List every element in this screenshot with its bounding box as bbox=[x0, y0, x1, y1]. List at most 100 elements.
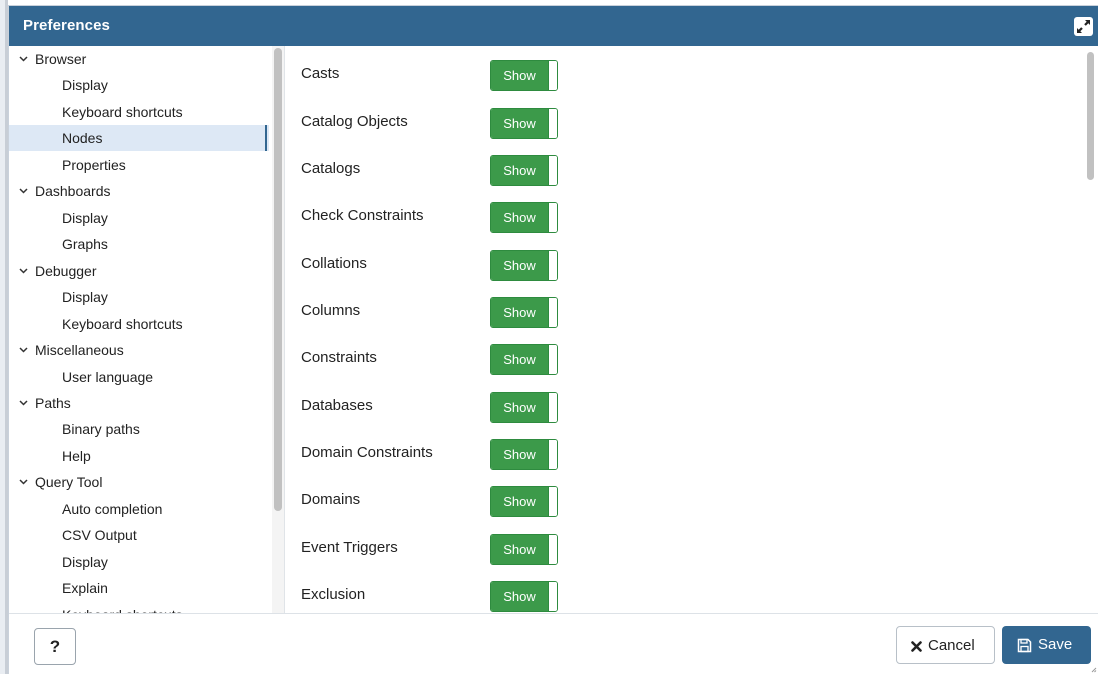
tree-child-item[interactable]: Help bbox=[9, 443, 269, 469]
toggle-knob[interactable] bbox=[548, 109, 557, 138]
tree-item-label: Keyboard shortcuts bbox=[62, 104, 183, 120]
toggle-knob[interactable] bbox=[548, 251, 557, 280]
toggle-on-label: Show bbox=[491, 156, 548, 185]
tree-child-item[interactable]: Properties bbox=[9, 152, 269, 178]
toggle-knob[interactable] bbox=[548, 393, 557, 422]
tree-child-item[interactable]: Display bbox=[9, 205, 269, 231]
show-toggle[interactable]: Show bbox=[490, 392, 558, 423]
save-button[interactable]: Save bbox=[1002, 626, 1091, 664]
tree-group-item[interactable]: Browser bbox=[9, 46, 269, 72]
floppy-disk-icon bbox=[1017, 638, 1032, 652]
node-setting-label: Domains bbox=[301, 491, 361, 508]
tree-item-label: Query Tool bbox=[35, 474, 103, 490]
show-toggle[interactable]: Show bbox=[490, 250, 558, 281]
tree-child-item[interactable]: Display bbox=[9, 549, 269, 575]
toggle-on-label: Show bbox=[491, 298, 548, 327]
tree-item-label: Dashboards bbox=[35, 183, 111, 199]
toggle-knob[interactable] bbox=[548, 345, 557, 374]
toggle-on-label: Show bbox=[491, 393, 548, 422]
tree-child-item[interactable]: Display bbox=[9, 72, 269, 98]
resize-grip-icon[interactable] bbox=[1091, 667, 1097, 673]
chevron-down-icon[interactable] bbox=[19, 337, 31, 363]
maximize-button[interactable] bbox=[1074, 17, 1093, 36]
tree-group-item[interactable]: Query Tool bbox=[9, 469, 269, 495]
show-toggle[interactable]: Show bbox=[490, 155, 558, 186]
close-icon bbox=[911, 640, 922, 652]
tree-item-label: Explain bbox=[62, 580, 108, 596]
show-toggle[interactable]: Show bbox=[490, 486, 558, 517]
tree-item-label: Graphs bbox=[62, 236, 108, 252]
tree-group-item[interactable]: Debugger bbox=[9, 258, 269, 284]
toggle-on-label: Show bbox=[491, 487, 548, 516]
chevron-down-icon[interactable] bbox=[19, 178, 31, 204]
cancel-button[interactable]: Cancel bbox=[896, 626, 995, 664]
show-toggle[interactable]: Show bbox=[490, 60, 558, 91]
save-button-content: Save bbox=[1017, 626, 1072, 664]
show-toggle[interactable]: Show bbox=[490, 108, 558, 139]
preferences-tree: Browser Display Keyboard shortcuts Nodes Pro… bbox=[9, 46, 272, 613]
tree-child-item[interactable]: Keyboard shortcuts bbox=[9, 311, 269, 337]
background-window-edge bbox=[0, 0, 8, 674]
toggle-knob[interactable] bbox=[548, 487, 557, 516]
tree-item-label: Keyboard shortcuts bbox=[62, 316, 183, 332]
toggle-knob[interactable] bbox=[548, 156, 557, 185]
chevron-down-icon[interactable] bbox=[19, 46, 31, 72]
toggle-knob[interactable] bbox=[548, 298, 557, 327]
toggle-on-label: Show bbox=[491, 345, 548, 374]
show-toggle[interactable]: Show bbox=[490, 581, 558, 612]
tree-item-label: Display bbox=[62, 554, 108, 570]
tree-item-label: Nodes bbox=[62, 130, 103, 146]
toggle-knob[interactable] bbox=[548, 440, 557, 469]
node-setting-label: Columns bbox=[301, 302, 361, 319]
tree-item-label: Display bbox=[62, 210, 108, 226]
tree-child-item[interactable]: Keyboard shortcuts bbox=[9, 99, 269, 125]
show-toggle[interactable]: Show bbox=[490, 344, 558, 375]
toggle-knob[interactable] bbox=[548, 535, 557, 564]
tree-item-label: Debugger bbox=[35, 263, 97, 279]
node-setting-label: Check Constraints bbox=[301, 207, 424, 224]
dialog-title: Preferences bbox=[23, 17, 110, 34]
tree-child-item[interactable]: Display bbox=[9, 284, 269, 310]
tree-item-label: Display bbox=[62, 77, 108, 93]
tree-child-item[interactable]: User language bbox=[9, 364, 269, 390]
show-toggle[interactable]: Show bbox=[490, 202, 558, 233]
tree-child-item[interactable]: CSV Output bbox=[9, 522, 269, 548]
content-scrollbar[interactable] bbox=[1082, 46, 1098, 613]
tree-item-label: CSV Output bbox=[62, 527, 137, 543]
tree-item-label: Browser bbox=[35, 51, 87, 67]
tree-child-item[interactable]: Nodes bbox=[9, 125, 269, 151]
node-setting-label: Casts bbox=[301, 65, 340, 82]
chevron-down-icon[interactable] bbox=[19, 258, 31, 284]
tree-item-label: Help bbox=[62, 448, 91, 464]
tree-child-item[interactable]: Auto completion bbox=[9, 496, 269, 522]
node-setting-label: Exclusion bbox=[301, 586, 366, 603]
tree-group-item[interactable]: Paths bbox=[9, 390, 269, 416]
tree-scrollbar-thumb[interactable] bbox=[274, 48, 282, 511]
show-toggle[interactable]: Show bbox=[490, 534, 558, 565]
toggle-on-label: Show bbox=[491, 535, 548, 564]
toggle-knob[interactable] bbox=[548, 61, 557, 90]
content-scrollbar-thumb[interactable] bbox=[1087, 52, 1094, 180]
tree-child-item[interactable]: Graphs bbox=[9, 231, 269, 257]
show-toggle[interactable]: Show bbox=[490, 297, 558, 328]
tree-item-label: Paths bbox=[35, 395, 71, 411]
chevron-down-icon[interactable] bbox=[19, 390, 31, 416]
tree-scrollbar[interactable] bbox=[272, 46, 284, 613]
node-setting-label: Catalog Objects bbox=[301, 113, 408, 130]
tree-child-item[interactable]: Keyboard shortcuts bbox=[9, 602, 269, 613]
cancel-button-label: Cancel bbox=[928, 637, 975, 654]
dialog-titlebar[interactable]: Preferences bbox=[9, 6, 1098, 46]
show-toggle[interactable]: Show bbox=[490, 439, 558, 470]
help-button[interactable]: ? bbox=[34, 628, 76, 665]
toggle-knob[interactable] bbox=[548, 203, 557, 232]
chevron-down-icon[interactable] bbox=[19, 469, 31, 495]
expand-icon bbox=[1077, 20, 1090, 33]
toggle-on-label: Show bbox=[491, 61, 548, 90]
tree-item-label: Properties bbox=[62, 157, 126, 173]
tree-child-item[interactable]: Binary paths bbox=[9, 416, 269, 442]
tree-group-item[interactable]: Dashboards bbox=[9, 178, 269, 204]
tree-item-label: Auto completion bbox=[62, 501, 163, 517]
tree-group-item[interactable]: Miscellaneous bbox=[9, 337, 269, 363]
toggle-knob[interactable] bbox=[548, 582, 557, 611]
tree-child-item[interactable]: Explain bbox=[9, 575, 269, 601]
